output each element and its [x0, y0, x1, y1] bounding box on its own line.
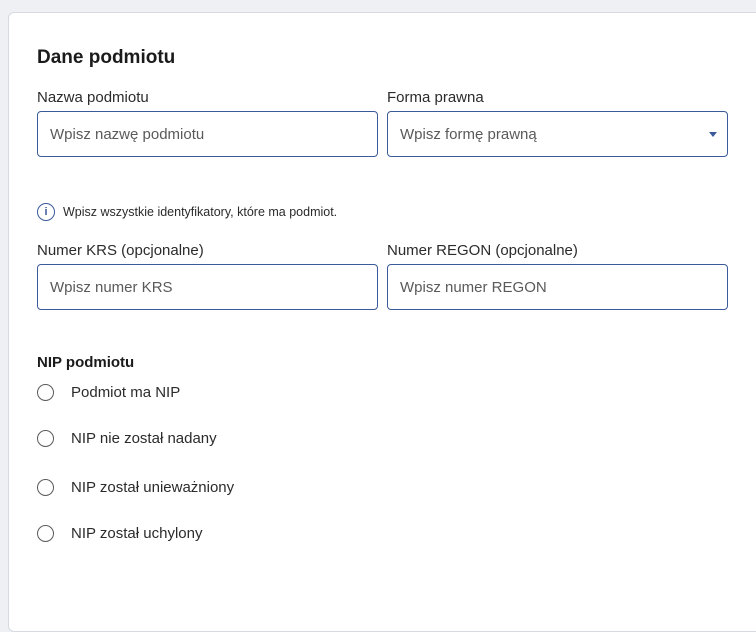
- legal-form-select[interactable]: Wpisz formę prawną: [387, 111, 728, 157]
- legal-form-label: Forma prawna: [387, 89, 484, 106]
- regon-placeholder: Wpisz numer REGON: [400, 278, 547, 296]
- legal-form-placeholder: Wpisz formę prawną: [400, 125, 537, 143]
- entity-data-card: Dane podmiotu Nazwa podmiotu Wpisz nazwę…: [8, 12, 756, 632]
- radio-button[interactable]: [37, 430, 54, 447]
- radio-option-has-nip[interactable]: Podmiot ma NIP: [37, 384, 180, 401]
- entity-name-input[interactable]: Wpisz nazwę podmiotu: [37, 111, 378, 157]
- radio-label: NIP został unieważniony: [71, 479, 235, 496]
- krs-placeholder: Wpisz numer KRS: [50, 278, 173, 296]
- radio-button[interactable]: [37, 479, 54, 496]
- nip-heading: NIP podmiotu: [37, 354, 135, 371]
- regon-label: Numer REGON (opcjonalne): [387, 242, 578, 259]
- regon-input[interactable]: Wpisz numer REGON: [387, 264, 728, 310]
- radio-option-revoked[interactable]: NIP został uchylony: [37, 525, 202, 542]
- info-text: Wpisz wszystkie identyfikatory, które ma…: [63, 205, 338, 219]
- section-title: Dane podmiotu: [37, 47, 176, 68]
- krs-input[interactable]: Wpisz numer KRS: [37, 264, 378, 310]
- radio-button[interactable]: [37, 525, 54, 542]
- radio-button[interactable]: [37, 384, 54, 401]
- radio-option-invalidated[interactable]: NIP został unieważniony: [37, 479, 234, 496]
- info-icon: i: [37, 203, 55, 221]
- krs-label: Numer KRS (opcjonalne): [37, 242, 204, 259]
- entity-name-label: Nazwa podmiotu: [37, 89, 149, 106]
- info-row: i Wpisz wszystkie identyfikatory, które …: [37, 203, 337, 221]
- radio-label: Podmiot ma NIP: [71, 384, 181, 401]
- entity-name-placeholder: Wpisz nazwę podmiotu: [50, 125, 205, 143]
- chevron-down-icon: [709, 132, 717, 137]
- radio-option-not-assigned[interactable]: NIP nie został nadany: [37, 430, 217, 447]
- radio-label: NIP został uchylony: [71, 525, 203, 542]
- radio-label: NIP nie został nadany: [71, 430, 217, 447]
